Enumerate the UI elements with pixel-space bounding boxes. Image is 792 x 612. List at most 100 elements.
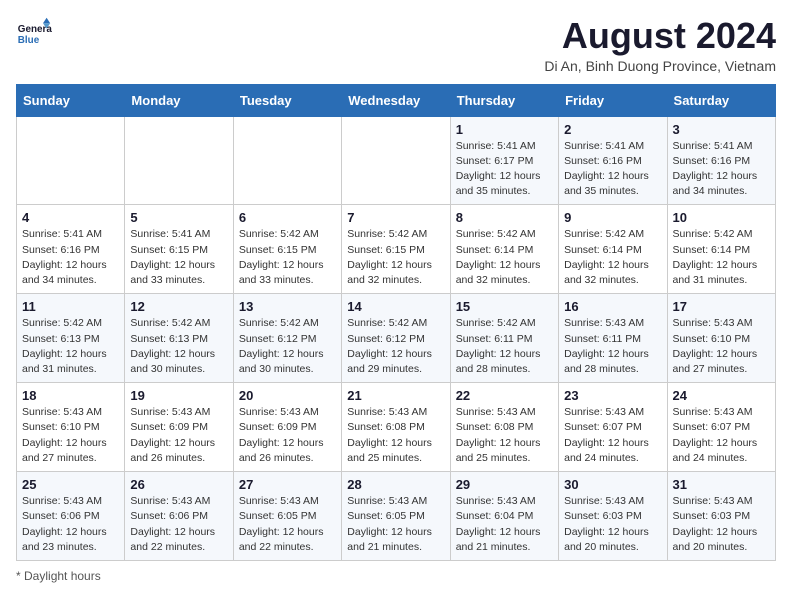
footer-text: Daylight hours (24, 569, 101, 583)
calendar-cell: 29 Sunrise: 5:43 AM Sunset: 6:04 PM Dayli… (450, 472, 558, 561)
day-detail: Sunrise: 5:43 AM Sunset: 6:06 PM Dayligh… (22, 494, 119, 555)
calendar-cell: 7Sunrise: 5:42 AM Sunset: 6:15 PM Daylig… (342, 205, 450, 294)
footer-note: * Daylight hours (16, 569, 776, 583)
calendar-header: SundayMondayTuesdayWednesdayThursdayFrid… (17, 84, 776, 116)
weekday-header: Monday (125, 84, 233, 116)
day-detail: Sunrise: 5:43 AM Sunset: 6:07 PM Dayligh… (673, 405, 770, 466)
day-number: 8 (456, 210, 553, 225)
calendar-cell: 19 Sunrise: 5:43 AM Sunset: 6:09 PM Dayli… (125, 383, 233, 472)
day-number: 4 (22, 210, 119, 225)
day-detail: Sunrise: 5:42 AM Sunset: 6:14 PM Dayligh… (456, 227, 553, 288)
calendar-week-row: 11 Sunrise: 5:42 AM Sunset: 6:13 PM Dayli… (17, 294, 776, 383)
day-detail: Sunrise: 5:42 AM Sunset: 6:13 PM Dayligh… (130, 316, 227, 377)
calendar-cell: 4 Sunrise: 5:41 AM Sunset: 6:16 PM Daylig… (17, 205, 125, 294)
day-number: 5 (130, 210, 227, 225)
svg-text:Blue: Blue (18, 35, 40, 46)
page-title: August 2024 (544, 16, 776, 56)
weekday-header: Thursday (450, 84, 558, 116)
day-number: 28 (347, 477, 444, 492)
day-detail: Sunrise: 5:42 AM Sunset: 6:12 PM Dayligh… (239, 316, 336, 377)
calendar-cell: 8 Sunrise: 5:42 AM Sunset: 6:14 PM Daylig… (450, 205, 558, 294)
day-detail: Sunrise: 5:43 AM Sunset: 6:10 PM Dayligh… (673, 316, 770, 377)
weekday-header: Saturday (667, 84, 775, 116)
calendar-cell: 1 Sunrise: 5:41 AM Sunset: 6:17 PM Daylig… (450, 116, 558, 205)
calendar-cell: 15 Sunrise: 5:42 AM Sunset: 6:11 PM Dayli… (450, 294, 558, 383)
logo: General Blue General Blue (16, 16, 52, 52)
calendar-cell: 26Sunrise: 5:43 AM Sunset: 6:06 PM Dayli… (125, 472, 233, 561)
calendar-cell: 13Sunrise: 5:42 AM Sunset: 6:12 PM Dayli… (233, 294, 341, 383)
calendar-cell: 2Sunrise: 5:41 AM Sunset: 6:16 PM Daylig… (559, 116, 667, 205)
day-number: 27 (239, 477, 336, 492)
day-detail: Sunrise: 5:42 AM Sunset: 6:11 PM Dayligh… (456, 316, 553, 377)
calendar-cell: 23 Sunrise: 5:43 AM Sunset: 6:07 PM Dayli… (559, 383, 667, 472)
day-number: 23 (564, 388, 661, 403)
day-detail: Sunrise: 5:41 AM Sunset: 6:16 PM Dayligh… (673, 139, 770, 200)
day-number: 11 (22, 299, 119, 314)
calendar-week-row: 4 Sunrise: 5:41 AM Sunset: 6:16 PM Daylig… (17, 205, 776, 294)
day-detail: Sunrise: 5:42 AM Sunset: 6:14 PM Dayligh… (564, 227, 661, 288)
calendar-cell: 14 Sunrise: 5:42 AM Sunset: 6:12 PM Dayli… (342, 294, 450, 383)
calendar-cell: 3Sunrise: 5:41 AM Sunset: 6:16 PM Daylig… (667, 116, 775, 205)
calendar-cell: 12 Sunrise: 5:42 AM Sunset: 6:13 PM Dayli… (125, 294, 233, 383)
day-detail: Sunrise: 5:41 AM Sunset: 6:15 PM Dayligh… (130, 227, 227, 288)
calendar-cell: 21 Sunrise: 5:43 AM Sunset: 6:08 PM Dayli… (342, 383, 450, 472)
calendar-cell: 27 Sunrise: 5:43 AM Sunset: 6:05 PM Dayli… (233, 472, 341, 561)
day-detail: Sunrise: 5:43 AM Sunset: 6:10 PM Dayligh… (22, 405, 119, 466)
day-number: 14 (347, 299, 444, 314)
calendar-week-row: 18 Sunrise: 5:43 AM Sunset: 6:10 PM Dayli… (17, 383, 776, 472)
calendar-cell: 17 Sunrise: 5:43 AM Sunset: 6:10 PM Dayli… (667, 294, 775, 383)
day-detail: Sunrise: 5:42 AM Sunset: 6:12 PM Dayligh… (347, 316, 444, 377)
day-detail: Sunrise: 5:43 AM Sunset: 6:09 PM Dayligh… (239, 405, 336, 466)
day-detail: Sunrise: 5:42 AM Sunset: 6:14 PM Dayligh… (673, 227, 770, 288)
day-number: 9 (564, 210, 661, 225)
calendar-cell (17, 116, 125, 205)
calendar-cell: 18 Sunrise: 5:43 AM Sunset: 6:10 PM Dayli… (17, 383, 125, 472)
day-number: 18 (22, 388, 119, 403)
day-detail: Sunrise: 5:43 AM Sunset: 6:03 PM Dayligh… (673, 494, 770, 555)
calendar-cell: 25 Sunrise: 5:43 AM Sunset: 6:06 PM Dayli… (17, 472, 125, 561)
day-detail: Sunrise: 5:43 AM Sunset: 6:06 PM Dayligh… (130, 494, 227, 555)
day-number: 20 (239, 388, 336, 403)
calendar-cell (233, 116, 341, 205)
weekday-header: Wednesday (342, 84, 450, 116)
calendar-cell: 5 Sunrise: 5:41 AM Sunset: 6:15 PM Daylig… (125, 205, 233, 294)
day-detail: Sunrise: 5:43 AM Sunset: 6:05 PM Dayligh… (347, 494, 444, 555)
day-detail: Sunrise: 5:43 AM Sunset: 6:08 PM Dayligh… (347, 405, 444, 466)
calendar-cell: 22 Sunrise: 5:43 AM Sunset: 6:08 PM Dayli… (450, 383, 558, 472)
day-detail: Sunrise: 5:43 AM Sunset: 6:08 PM Dayligh… (456, 405, 553, 466)
day-detail: Sunrise: 5:43 AM Sunset: 6:05 PM Dayligh… (239, 494, 336, 555)
calendar-cell (342, 116, 450, 205)
day-number: 21 (347, 388, 444, 403)
title-area: August 2024 Di An, Binh Duong Province, … (544, 16, 776, 74)
calendar-cell: 30Sunrise: 5:43 AM Sunset: 6:03 PM Dayli… (559, 472, 667, 561)
day-number: 29 (456, 477, 553, 492)
day-number: 1 (456, 122, 553, 137)
calendar-cell: 28 Sunrise: 5:43 AM Sunset: 6:05 PM Dayli… (342, 472, 450, 561)
day-number: 17 (673, 299, 770, 314)
weekday-header: Tuesday (233, 84, 341, 116)
day-number: 19 (130, 388, 227, 403)
page-subtitle: Di An, Binh Duong Province, Vietnam (544, 58, 776, 74)
day-detail: Sunrise: 5:41 AM Sunset: 6:17 PM Dayligh… (456, 139, 553, 200)
day-detail: Sunrise: 5:42 AM Sunset: 6:15 PM Dayligh… (239, 227, 336, 288)
day-number: 25 (22, 477, 119, 492)
logo-icon: General Blue (16, 16, 52, 52)
day-number: 22 (456, 388, 553, 403)
day-detail: Sunrise: 5:42 AM Sunset: 6:15 PM Dayligh… (347, 227, 444, 288)
day-number: 2 (564, 122, 661, 137)
day-detail: Sunrise: 5:41 AM Sunset: 6:16 PM Dayligh… (22, 227, 119, 288)
weekday-header: Friday (559, 84, 667, 116)
day-number: 12 (130, 299, 227, 314)
day-detail: Sunrise: 5:43 AM Sunset: 6:09 PM Dayligh… (130, 405, 227, 466)
day-detail: Sunrise: 5:43 AM Sunset: 6:04 PM Dayligh… (456, 494, 553, 555)
calendar-cell: 24Sunrise: 5:43 AM Sunset: 6:07 PM Dayli… (667, 383, 775, 472)
calendar-week-row: 25 Sunrise: 5:43 AM Sunset: 6:06 PM Dayli… (17, 472, 776, 561)
day-detail: Sunrise: 5:43 AM Sunset: 6:07 PM Dayligh… (564, 405, 661, 466)
calendar-cell: 6 Sunrise: 5:42 AM Sunset: 6:15 PM Daylig… (233, 205, 341, 294)
day-detail: Sunrise: 5:43 AM Sunset: 6:03 PM Dayligh… (564, 494, 661, 555)
calendar-cell: 16Sunrise: 5:43 AM Sunset: 6:11 PM Dayli… (559, 294, 667, 383)
day-number: 10 (673, 210, 770, 225)
day-number: 15 (456, 299, 553, 314)
day-number: 6 (239, 210, 336, 225)
calendar-cell: 10 Sunrise: 5:42 AM Sunset: 6:14 PM Dayli… (667, 205, 775, 294)
